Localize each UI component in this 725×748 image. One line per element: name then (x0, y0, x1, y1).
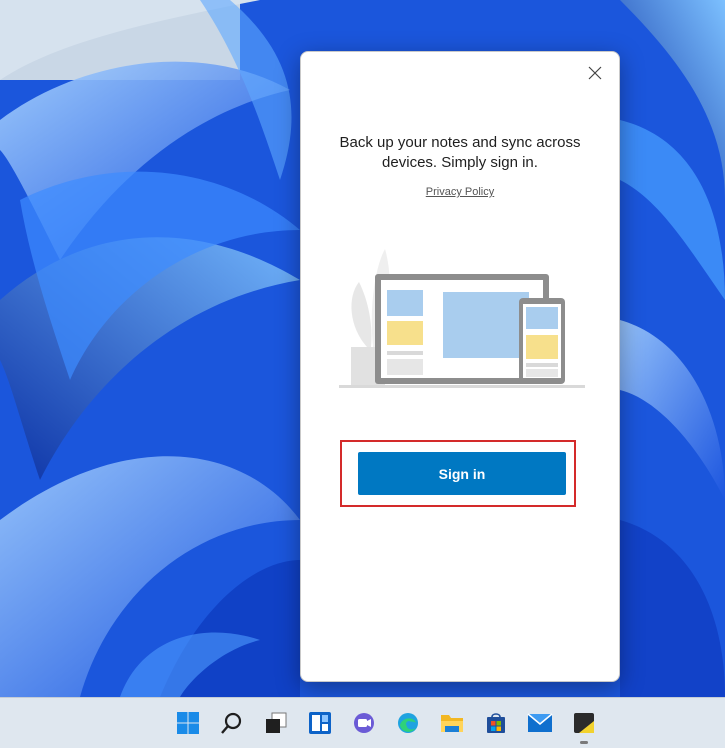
taskbar (0, 697, 725, 748)
sign-in-dialog: Back up your notes and sync across devic… (300, 51, 620, 682)
laptop-note-blue (387, 290, 423, 316)
sticky-notes-icon (574, 713, 594, 733)
task-view-icon (266, 712, 287, 733)
search-icon (221, 712, 242, 734)
laptop-note-gray (387, 351, 423, 355)
sticky-notes-button[interactable] (569, 708, 599, 738)
laptop-note-yellow (387, 321, 423, 345)
active-app-indicator (580, 741, 588, 744)
start-button[interactable] (173, 708, 203, 738)
file-explorer-button[interactable] (437, 708, 467, 738)
dialog-headline: Back up your notes and sync across devic… (339, 134, 581, 171)
search-button[interactable] (217, 708, 247, 738)
widgets-button[interactable] (305, 708, 335, 738)
phone-note-gray (526, 363, 558, 367)
close-icon (588, 66, 602, 80)
mail-icon (527, 713, 553, 732)
laptop-note-gray-2 (387, 359, 423, 375)
store-icon (487, 713, 505, 733)
close-button[interactable] (581, 61, 609, 85)
sign-in-button[interactable]: Sign in (358, 452, 566, 495)
laptop-main-pane (443, 292, 529, 358)
phone-note-blue (526, 307, 558, 329)
store-button[interactable] (481, 708, 511, 738)
folder-icon (441, 715, 463, 732)
privacy-policy-link[interactable]: Privacy Policy (301, 186, 619, 198)
table-surface (339, 385, 585, 388)
task-view-button[interactable] (261, 708, 291, 738)
chat-icon (354, 713, 374, 733)
edge-icon (398, 713, 418, 733)
phone-note-yellow (526, 335, 558, 359)
mail-button[interactable] (525, 708, 555, 738)
chat-button[interactable] (349, 708, 379, 738)
plant-leaf-left (351, 282, 372, 347)
widgets-icon (309, 712, 331, 734)
sync-illustration (339, 249, 585, 388)
phone-note-gray-2 (526, 369, 558, 377)
edge-button[interactable] (393, 708, 423, 738)
windows-logo-icon (177, 712, 199, 734)
